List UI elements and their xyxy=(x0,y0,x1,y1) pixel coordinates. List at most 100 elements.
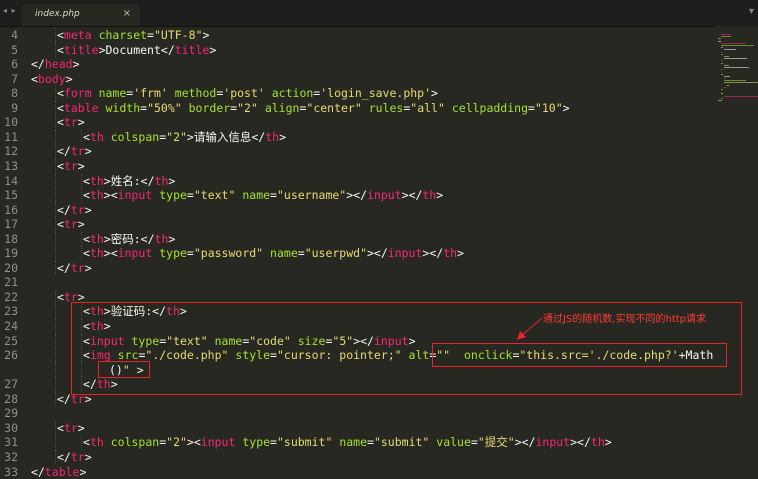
code-token: = xyxy=(187,246,194,260)
line-number: 32 xyxy=(0,450,18,465)
code-token: < xyxy=(57,115,64,129)
code-token: > xyxy=(605,435,612,449)
code-token xyxy=(263,246,270,260)
code-token: "2" xyxy=(166,435,187,449)
code-text: <th colspan="2">请输入信息</th> xyxy=(83,130,286,145)
minimap-line xyxy=(724,76,730,77)
code-token: > xyxy=(85,261,92,275)
code-token: th xyxy=(443,246,457,260)
code-token: > xyxy=(168,232,175,246)
code-token: > xyxy=(78,115,85,129)
code-token: </ xyxy=(161,43,175,57)
minimap[interactable] xyxy=(716,26,758,473)
code-token: "text" xyxy=(194,188,236,202)
minimap-line xyxy=(721,60,723,61)
line-number: 20 xyxy=(0,261,18,276)
code-token: > xyxy=(168,174,175,188)
indent-guide xyxy=(55,450,56,465)
minimap-line xyxy=(724,65,729,66)
code-text: <th>姓名:</th> xyxy=(83,174,175,189)
code-token: < xyxy=(83,435,90,449)
code-token: th xyxy=(591,435,605,449)
minimap-line xyxy=(724,87,726,88)
code-token: th xyxy=(90,246,104,260)
line-number: 19 xyxy=(0,246,18,261)
line-number: 10 xyxy=(0,115,18,130)
indent-guide xyxy=(81,246,82,261)
code-token: title xyxy=(175,43,210,57)
indent-guide xyxy=(55,144,56,159)
code-token: th xyxy=(90,130,104,144)
code-token: > xyxy=(66,72,73,86)
code-token: ></ xyxy=(402,188,423,202)
close-tab-icon[interactable]: × xyxy=(123,8,131,19)
code-token: value xyxy=(436,435,471,449)
line-number: 15 xyxy=(0,188,18,203)
code-token: ></ xyxy=(422,246,443,260)
minimap-line xyxy=(721,45,754,46)
code-editor[interactable]: 4<meta charset="UTF-8">5<title>Document<… xyxy=(0,26,716,473)
line-number: 13 xyxy=(0,159,18,174)
line-number: 26 xyxy=(0,348,18,363)
minimap-line xyxy=(721,74,723,75)
indent-guide xyxy=(55,334,56,349)
code-token: 密码: xyxy=(111,232,141,246)
code-text: <th><input type="text" name="username"><… xyxy=(83,188,443,203)
line-number: 18 xyxy=(0,232,18,247)
code-token: "UTF-8" xyxy=(154,28,202,42)
indent-guide xyxy=(55,28,56,43)
code-token: > xyxy=(279,130,286,144)
line-number: 27 xyxy=(0,377,18,392)
code-token: input xyxy=(118,188,153,202)
code-token: form xyxy=(64,86,92,100)
minimap-line xyxy=(721,43,746,44)
indent-guide xyxy=(55,159,56,174)
indent-guide xyxy=(55,261,56,276)
line-number: 29 xyxy=(0,406,18,421)
code-token: 'frm' xyxy=(133,86,168,100)
minimap-line xyxy=(721,34,731,35)
indent-guide xyxy=(55,203,56,218)
code-token: > xyxy=(202,28,209,42)
code-token: "2" xyxy=(237,101,258,115)
tab-menu-icon[interactable]: ▾ xyxy=(749,6,754,17)
line-number: 12 xyxy=(0,144,18,159)
indent-guide xyxy=(81,130,82,145)
code-token: name xyxy=(270,246,298,260)
code-token: > xyxy=(209,43,216,57)
code-token: > xyxy=(85,144,92,158)
code-token: < xyxy=(57,217,64,231)
code-token: > xyxy=(78,217,85,231)
code-token: </ xyxy=(57,450,71,464)
indent-guide xyxy=(55,188,56,203)
code-token xyxy=(104,130,111,144)
minimap-line xyxy=(721,98,723,99)
code-text: <th>密码:</th> xyxy=(83,232,175,247)
file-tab[interactable]: index.php × xyxy=(22,4,140,26)
code-token: head xyxy=(45,57,73,71)
code-token: tr xyxy=(71,144,85,158)
code-text: <form name='frm' method='post' action='l… xyxy=(57,86,438,101)
tab-nav-arrows-icon[interactable]: ◂ ▸ xyxy=(3,6,17,15)
code-token: < xyxy=(57,101,64,115)
code-token: tr xyxy=(64,115,78,129)
code-token: = xyxy=(367,435,374,449)
code-token: name xyxy=(99,86,127,100)
code-token: = xyxy=(147,28,154,42)
code-token: input xyxy=(535,435,570,449)
code-token: > xyxy=(104,174,111,188)
code-token: > xyxy=(73,57,80,71)
code-token: > xyxy=(85,450,92,464)
minimap-line xyxy=(724,78,726,79)
minimap-line xyxy=(721,52,723,53)
line-number: 28 xyxy=(0,392,18,407)
annotation-text: 通过JS的随机数,实现不同的http请求 xyxy=(543,310,706,325)
code-token: > xyxy=(79,465,86,479)
code-token: table xyxy=(64,101,99,115)
code-token: < xyxy=(31,72,38,86)
indent-guide xyxy=(81,232,82,247)
minimap-line xyxy=(718,38,721,39)
code-text: </tr> xyxy=(57,261,92,276)
indent-guide xyxy=(55,348,56,363)
minimap-line xyxy=(721,89,723,90)
